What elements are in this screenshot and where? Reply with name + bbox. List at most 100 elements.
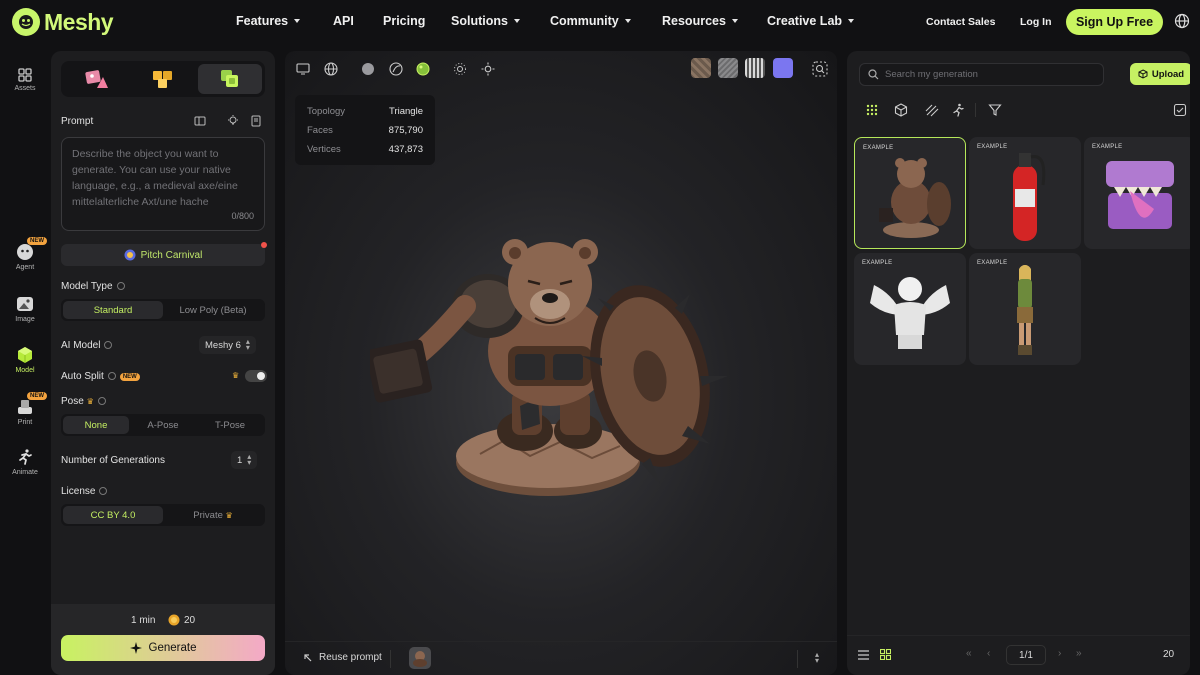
list-view-icon[interactable] bbox=[858, 650, 869, 660]
first-page-icon[interactable]: « bbox=[966, 648, 972, 659]
expand-chevron-icon[interactable]: ▴ ▾ bbox=[815, 651, 819, 665]
stat-key: Faces bbox=[307, 125, 333, 136]
funnel-filter-icon[interactable] bbox=[988, 103, 1002, 117]
prompt-input[interactable]: Describe the object you want to generate… bbox=[61, 137, 265, 231]
generation-card-angel-bust[interactable]: EXAMPLE bbox=[854, 253, 966, 365]
nav-features[interactable]: Features bbox=[236, 14, 301, 28]
bear-warrior-thumbnail bbox=[879, 158, 951, 238]
upload-button[interactable]: Upload bbox=[1130, 63, 1190, 85]
model-type-low-poly[interactable]: Low Poly (Beta) bbox=[163, 301, 263, 319]
next-page-icon[interactable]: › bbox=[1058, 648, 1061, 659]
material-swatch-base-color[interactable] bbox=[691, 58, 711, 78]
light-dim-icon[interactable] bbox=[453, 62, 467, 76]
nav-api[interactable]: API bbox=[333, 14, 354, 28]
rail-item-assets[interactable]: Assets bbox=[0, 68, 50, 92]
texture-filter-icon[interactable] bbox=[925, 103, 939, 117]
grid-view-toggle-icon[interactable] bbox=[880, 649, 891, 660]
pose-a-pose[interactable]: A-Pose bbox=[129, 416, 197, 434]
cube-filter-icon[interactable] bbox=[894, 103, 908, 117]
search-placeholder: Search my generation bbox=[885, 69, 978, 80]
license-label-text: License bbox=[61, 486, 96, 497]
generations-panel: Search my generation Upload EXAMPLE EXAM… bbox=[847, 51, 1190, 675]
zoom-fit-icon[interactable] bbox=[812, 61, 828, 77]
solid-sphere-icon[interactable] bbox=[361, 62, 375, 76]
pose-t-pose[interactable]: T-Pose bbox=[197, 416, 263, 434]
nav-pricing[interactable]: Pricing bbox=[383, 14, 425, 28]
login-link[interactable]: Log In bbox=[1020, 16, 1052, 28]
tab-image-to-3d[interactable] bbox=[131, 64, 195, 94]
cube-upload-icon bbox=[1138, 69, 1148, 79]
layout-icon[interactable] bbox=[194, 115, 206, 127]
license-private[interactable]: Private ♛ bbox=[163, 506, 263, 524]
running-figure-icon bbox=[19, 449, 32, 465]
tab-text-to-3d[interactable] bbox=[64, 64, 128, 94]
per-page-value[interactable]: 20 bbox=[1163, 649, 1174, 660]
stat-value: 437,873 bbox=[388, 144, 423, 155]
reuse-prompt-button[interactable]: Reuse prompt bbox=[303, 652, 382, 663]
nav-community-label: Community bbox=[550, 14, 619, 28]
material-swatch-metallic[interactable] bbox=[745, 58, 765, 78]
grid-view-icon[interactable] bbox=[865, 103, 879, 117]
monitor-icon[interactable] bbox=[296, 62, 310, 76]
rail-item-label: Assets bbox=[14, 85, 36, 92]
rail-item-label: Image bbox=[15, 316, 35, 323]
rail-item-image[interactable]: Image bbox=[0, 295, 50, 323]
search-input[interactable]: Search my generation bbox=[859, 63, 1104, 86]
generate-label: Generate bbox=[148, 642, 197, 654]
material-swatch-roughness[interactable] bbox=[718, 58, 738, 78]
book-icon[interactable] bbox=[250, 115, 262, 127]
3d-viewer[interactable]: Topology Triangle Faces 875,790 Vertices… bbox=[285, 51, 837, 675]
ai-model-select[interactable]: Meshy 6 ▴ ▾ bbox=[199, 336, 256, 354]
source-thumbnail[interactable] bbox=[409, 647, 431, 669]
example-tag: EXAMPLE bbox=[1092, 144, 1123, 150]
textured-sphere-icon[interactable] bbox=[416, 62, 430, 76]
model-type-standard[interactable]: Standard bbox=[63, 301, 163, 319]
rail-item-animate[interactable]: Animate bbox=[0, 448, 50, 476]
page-indicator[interactable]: 1/1 bbox=[1006, 645, 1046, 665]
info-icon[interactable] bbox=[116, 282, 125, 290]
ai-model-value: Meshy 6 bbox=[205, 339, 241, 351]
generate-button[interactable]: Generate bbox=[61, 635, 265, 661]
rail-item-label: Print bbox=[17, 419, 33, 426]
prev-page-icon[interactable]: ‹ bbox=[987, 648, 990, 659]
top-navigation: Meshy Features API Pricing Solutions Com… bbox=[0, 0, 1200, 44]
contact-sales-link[interactable]: Contact Sales bbox=[926, 16, 995, 28]
nav-solutions[interactable]: Solutions bbox=[451, 14, 520, 28]
nav-creative-lab[interactable]: Creative Lab bbox=[767, 14, 855, 28]
info-icon[interactable] bbox=[97, 397, 106, 405]
toggle-knob bbox=[257, 372, 265, 380]
rail-item-print[interactable]: NEW Print bbox=[0, 392, 50, 426]
nav-community[interactable]: Community bbox=[550, 14, 631, 28]
select-checkbox-icon[interactable] bbox=[1173, 103, 1187, 117]
info-icon[interactable] bbox=[104, 341, 113, 349]
generation-card-elf[interactable]: EXAMPLE bbox=[969, 253, 1081, 365]
meshy-logo[interactable]: Meshy bbox=[12, 8, 114, 36]
light-bright-icon[interactable] bbox=[481, 62, 495, 76]
bear-warrior-model bbox=[370, 239, 728, 496]
nav-resources[interactable]: Resources bbox=[662, 14, 738, 28]
lightbulb-icon[interactable] bbox=[227, 115, 239, 127]
tab-multi-image[interactable] bbox=[198, 64, 262, 94]
generation-card-bear[interactable]: EXAMPLE bbox=[854, 137, 966, 249]
animation-filter-icon[interactable] bbox=[951, 103, 965, 117]
pitch-carnival-button[interactable]: Pitch Carnival bbox=[61, 244, 265, 266]
stat-key: Topology bbox=[307, 106, 346, 117]
pose-none[interactable]: None bbox=[63, 416, 129, 434]
info-icon[interactable] bbox=[99, 487, 108, 495]
wireframe-sphere-icon[interactable] bbox=[324, 62, 338, 76]
generation-card-chest-monster[interactable]: EXAMPLE bbox=[1084, 137, 1190, 249]
license-selector: CC BY 4.0 Private ♛ bbox=[61, 504, 265, 526]
material-swatch-normal[interactable] bbox=[773, 58, 793, 78]
info-icon[interactable] bbox=[107, 372, 116, 380]
rail-item-agent[interactable]: NEW Agent bbox=[0, 237, 50, 271]
signup-button[interactable]: Sign Up Free bbox=[1066, 9, 1163, 35]
pose-label-text: Pose bbox=[61, 396, 84, 407]
generations-stepper[interactable]: 1 ▴ ▾ bbox=[231, 451, 258, 469]
shaded-sphere-icon[interactable] bbox=[389, 62, 403, 76]
last-page-icon[interactable]: » bbox=[1076, 648, 1082, 659]
license-cc-by[interactable]: CC BY 4.0 bbox=[63, 506, 163, 524]
generation-card-extinguisher[interactable]: EXAMPLE bbox=[969, 137, 1081, 249]
auto-split-toggle[interactable] bbox=[245, 370, 267, 382]
rail-item-model[interactable]: Model bbox=[0, 346, 50, 374]
globe-icon[interactable] bbox=[1174, 13, 1190, 29]
